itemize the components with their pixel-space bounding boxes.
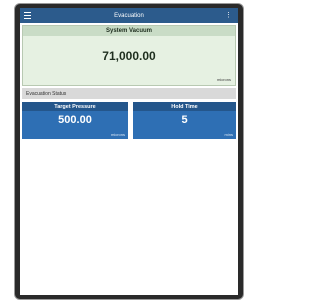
system-vacuum-label: System Vacuum bbox=[23, 26, 235, 36]
hold-time-card[interactable]: Hold Time 5 mins bbox=[133, 102, 236, 139]
hold-time-unit: mins bbox=[224, 132, 233, 137]
app-screen: Evacuation ⋮ System Vacuum 71,000.00 mic… bbox=[20, 8, 238, 295]
kebab-menu-icon[interactable]: ⋮ bbox=[225, 12, 232, 19]
hold-time-value: 5 bbox=[181, 114, 188, 126]
system-vacuum-value: 71,000.00 bbox=[102, 49, 156, 63]
evacuation-status-bar[interactable]: Evacuation Status bbox=[22, 88, 236, 99]
evacuation-status-label: Evacuation Status bbox=[26, 90, 67, 97]
hamburger-menu-icon[interactable] bbox=[24, 12, 31, 19]
system-vacuum-unit: microns bbox=[216, 77, 231, 82]
target-pressure-label: Target Pressure bbox=[22, 102, 128, 111]
hold-time-label: Hold Time bbox=[133, 102, 236, 111]
tablet-frame: Evacuation ⋮ System Vacuum 71,000.00 mic… bbox=[14, 3, 244, 300]
system-vacuum-card: System Vacuum 71,000.00 microns bbox=[22, 25, 236, 86]
page-title: Evacuation bbox=[114, 12, 144, 19]
target-pressure-card[interactable]: Target Pressure 500.00 microns bbox=[22, 102, 128, 139]
target-pressure-value: 500.00 bbox=[58, 114, 92, 126]
target-pressure-unit: microns bbox=[110, 132, 125, 137]
app-bar: Evacuation ⋮ bbox=[20, 8, 238, 23]
